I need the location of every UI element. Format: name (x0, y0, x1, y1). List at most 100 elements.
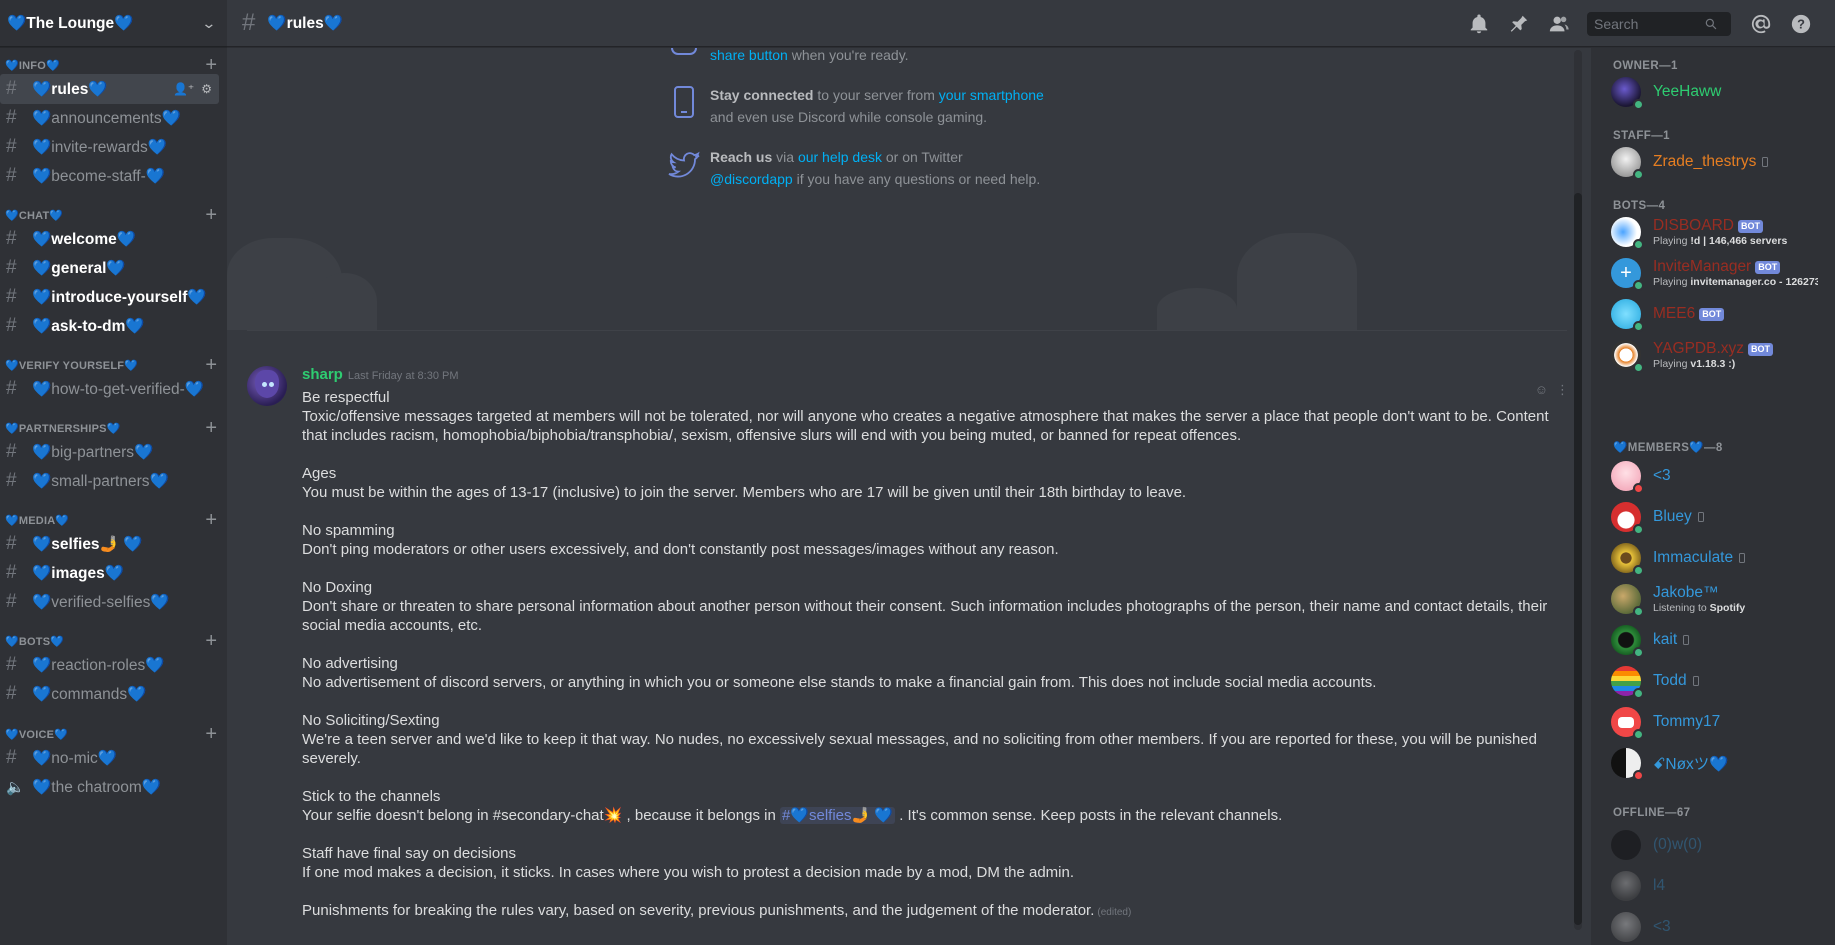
channel-no-mic[interactable]: # 💙no-mic💙 (0, 743, 219, 773)
member-item[interactable]: MEE6 BOT (1611, 294, 1826, 334)
mobile-icon (1692, 676, 1699, 686)
rule-section: Staff have final say on decisions If one … (302, 844, 1562, 882)
message-author[interactable]: sharp (302, 366, 343, 383)
channel-name: 💙rules💙 (32, 80, 108, 98)
member-item[interactable]: YeeHaww (1611, 72, 1826, 112)
channel-name: 💙welcome💙 (32, 230, 137, 248)
avatar (1611, 461, 1644, 494)
more-options-icon[interactable]: ⋮ (1556, 382, 1569, 398)
avatar (1611, 912, 1641, 942)
bot-badge: BOT (1755, 260, 1781, 274)
member-item[interactable]: (0)w(0) (1611, 825, 1826, 865)
channel-how-to-get-verified[interactable]: # 💙how-to-get-verified-💙 (0, 374, 219, 404)
member-item[interactable]: Immaculate (1611, 538, 1826, 578)
channel-name: 💙reaction-roles💙 (32, 656, 165, 674)
channel-general[interactable]: # 💙general💙 (0, 253, 219, 283)
category-voice[interactable]: 💙VOICE💙 + (0, 723, 227, 745)
scrollbar-track[interactable] (1574, 50, 1582, 930)
scrollbar-thumb[interactable] (1574, 193, 1582, 925)
member-item[interactable]: Jakobe™ Listening to Spotify (1611, 579, 1826, 619)
channel-reaction-roles[interactable]: # 💙reaction-roles💙 (0, 650, 219, 680)
add-channel-icon[interactable]: + (205, 631, 217, 651)
share-button-link[interactable]: share button (710, 48, 788, 63)
category-info[interactable]: 💙INFO💙 + (0, 54, 227, 76)
avatar (1611, 543, 1644, 576)
voice-channel-the-chatroom[interactable]: 🔈 💙the chatroom💙 (0, 772, 219, 802)
channel-welcome[interactable]: # 💙welcome💙 (0, 224, 219, 254)
mobile-icon (1683, 635, 1690, 645)
add-channel-icon[interactable]: + (205, 510, 217, 530)
channel-mention[interactable]: #💙selfies🤳 💙 (779, 807, 896, 824)
channel-ask-to-dm[interactable]: # 💙ask-to-dm💙 (0, 311, 219, 341)
member-item[interactable]: l4 (1611, 866, 1826, 906)
member-name: YAGPDB.xyz (1653, 340, 1745, 357)
add-channel-icon[interactable]: + (205, 55, 217, 75)
channel-images[interactable]: # 💙images💙 (0, 558, 219, 588)
member-list-icon[interactable] (1539, 13, 1579, 35)
bot-badge: BOT (1748, 342, 1774, 356)
status-online-icon (1633, 362, 1644, 373)
add-channel-icon[interactable]: + (205, 418, 217, 438)
member-name: DISBOARD (1653, 217, 1734, 234)
chat-area: share button when you're ready. Stay con… (227, 48, 1591, 945)
avatar[interactable] (247, 366, 287, 406)
channel-announcements[interactable]: # 💙announcements💙 (0, 103, 219, 133)
channel-invite-rewards[interactable]: # 💙invite-rewards💙 (0, 132, 219, 162)
category-verify[interactable]: 💙VERIFY YOURSELF💙 + (0, 354, 227, 376)
channel-become-staff[interactable]: # 💙become-staff-💙 (0, 161, 219, 191)
rule-title: No advertising (302, 655, 398, 672)
twitter-icon (668, 151, 700, 178)
create-invite-icon[interactable]: 👤⁺ (173, 82, 194, 96)
tip-text: and even use Discord while console gamin… (710, 109, 988, 125)
channel-selfies[interactable]: # 💙selfies🤳 💙 (0, 529, 219, 559)
member-activity: Listening to Spotify (1653, 602, 1746, 614)
avatar (1611, 871, 1641, 901)
member-group-header: STAFF—1 (1613, 130, 1670, 142)
twitter-link[interactable]: @discordapp (710, 171, 793, 187)
add-channel-icon[interactable]: + (205, 355, 217, 375)
member-item[interactable]: <3 (1611, 456, 1826, 496)
category-partnerships[interactable]: 💙PARTNERSHIPS💙 + (0, 417, 227, 439)
member-name: <3 (1653, 918, 1671, 935)
member-item[interactable]: Todd (1611, 661, 1826, 701)
channel-rules[interactable]: # 💙rules💙 👤⁺ ⚙ (0, 74, 219, 104)
pin-icon[interactable] (1499, 13, 1539, 35)
member-item[interactable]: kait (1611, 620, 1826, 660)
member-item[interactable]: <3 (1611, 907, 1826, 945)
add-reaction-icon[interactable]: ☺ (1535, 382, 1548, 398)
member-item[interactable]: DISBOARD BOT Playing !d | 146,466 servers (1611, 212, 1826, 252)
search-input[interactable] (1594, 15, 1704, 32)
channel-small-partners[interactable]: # 💙small-partners💙 (0, 466, 219, 496)
category-media[interactable]: 💙MEDIA💙 + (0, 509, 227, 531)
bell-icon[interactable] (1459, 13, 1499, 35)
channel-commands[interactable]: # 💙commands💙 (0, 679, 219, 709)
channel-list: 💙INFO💙 + # 💙rules💙 👤⁺ ⚙ # 💙announcements💙 # 💙… (0, 48, 227, 945)
server-header[interactable]: 💙The Lounge💙 ⌄ (0, 0, 227, 47)
member-item[interactable]: Zrade_thestrys (1611, 142, 1826, 182)
channel-big-partners[interactable]: # 💙big-partners💙 (0, 437, 219, 467)
smartphone-link[interactable]: your smartphone (939, 87, 1044, 103)
hash-icon: # (242, 9, 256, 36)
category-chat[interactable]: 💙CHAT💙 + (0, 204, 227, 226)
member-name: MEE6 (1653, 305, 1696, 322)
add-channel-icon[interactable]: + (205, 724, 217, 744)
member-name: <3 (1653, 467, 1671, 484)
search-box[interactable] (1587, 11, 1731, 36)
mention-icon[interactable] (1741, 13, 1781, 35)
member-item[interactable]: + InviteManager BOT Playing invitemanager… (1611, 253, 1826, 293)
member-item[interactable]: Tommy17 (1611, 702, 1826, 742)
category-bots[interactable]: 💙BOTS💙 + (0, 630, 227, 652)
help-icon[interactable]: ? (1781, 13, 1821, 35)
help-desk-link[interactable]: our help desk (798, 149, 882, 165)
member-item[interactable]: YAGPDB.xyz BOT Playing v1.18.3 :) (1611, 335, 1826, 375)
channel-introduce-yourself[interactable]: # 💙introduce-yourself💙 (0, 282, 219, 312)
add-channel-icon[interactable]: + (205, 205, 217, 225)
tip-text: when you're ready. (787, 48, 909, 63)
member-item[interactable]: Bluey (1611, 497, 1826, 537)
channel-verified-selfies[interactable]: # 💙verified-selfies💙 (0, 587, 219, 617)
channel-name: 💙big-partners💙 (32, 443, 154, 461)
rule-section: Ages You must be within the ages of 13-17… (302, 464, 1562, 502)
gear-icon[interactable]: ⚙ (201, 82, 212, 96)
avatar (1611, 830, 1641, 860)
member-item[interactable]: ꗃNøxツ💙 (1611, 743, 1826, 783)
